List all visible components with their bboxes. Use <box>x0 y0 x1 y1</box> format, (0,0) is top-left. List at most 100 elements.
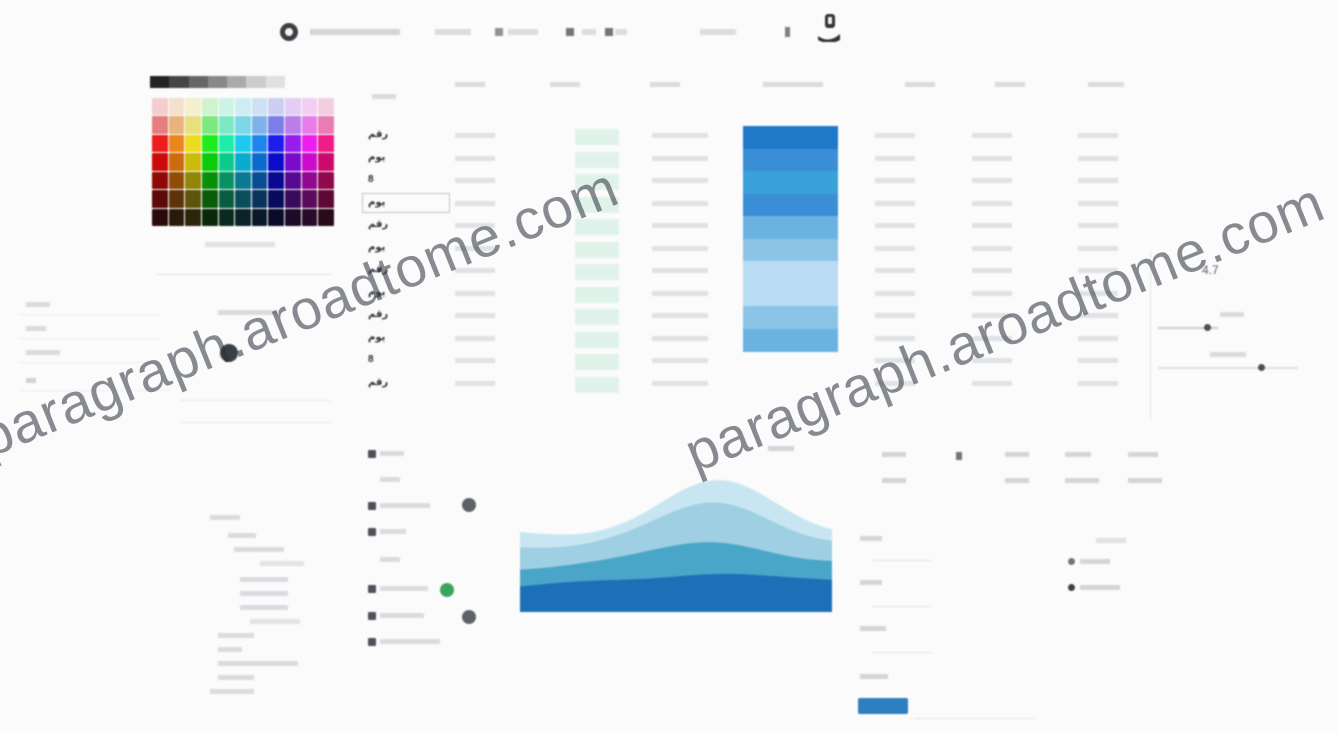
color-swatch[interactable] <box>201 190 218 208</box>
color-swatch[interactable] <box>285 116 301 134</box>
column-header[interactable] <box>650 82 680 87</box>
color-swatch[interactable] <box>285 134 301 153</box>
column-header[interactable] <box>995 82 1025 87</box>
column-header[interactable] <box>550 82 580 87</box>
toolbar-item-3[interactable] <box>582 29 596 35</box>
tree-node[interactable] <box>240 591 288 596</box>
control[interactable] <box>882 478 906 483</box>
color-swatch[interactable] <box>201 153 218 171</box>
tree-node[interactable] <box>234 547 284 552</box>
color-swatch[interactable] <box>285 171 301 190</box>
form-input[interactable] <box>872 642 932 653</box>
color-swatch[interactable] <box>185 98 201 116</box>
color-swatch[interactable] <box>301 134 318 153</box>
color-swatch[interactable] <box>152 116 168 134</box>
color-swatch[interactable] <box>235 208 251 226</box>
color-swatch[interactable] <box>301 171 318 190</box>
color-swatch[interactable] <box>185 153 201 171</box>
color-swatch[interactable] <box>235 98 251 116</box>
column-header[interactable] <box>905 82 935 87</box>
hex-input[interactable] <box>156 254 332 275</box>
color-swatch[interactable] <box>268 116 285 134</box>
color-swatch[interactable] <box>168 190 185 208</box>
tree-node[interactable] <box>218 633 254 638</box>
color-swatch[interactable] <box>185 134 201 153</box>
checkbox-icon[interactable] <box>368 502 376 510</box>
control[interactable] <box>1005 452 1029 457</box>
color-swatch[interactable] <box>152 98 168 116</box>
checkbox-icon[interactable] <box>368 585 376 593</box>
color-swatch[interactable] <box>318 153 334 171</box>
bookmark-icon[interactable] <box>785 27 790 37</box>
tree-node[interactable] <box>240 577 288 582</box>
checkbox-icon[interactable] <box>368 528 376 536</box>
color-swatch[interactable] <box>251 190 268 208</box>
palette-swatch-grid[interactable] <box>152 98 334 226</box>
color-swatch[interactable] <box>251 134 268 153</box>
color-swatch[interactable] <box>301 208 318 226</box>
slider-thumb[interactable] <box>1258 364 1265 371</box>
color-swatch[interactable] <box>318 190 334 208</box>
color-swatch[interactable] <box>285 208 301 226</box>
color-swatch[interactable] <box>168 153 185 171</box>
control[interactable] <box>1065 452 1091 457</box>
color-swatch[interactable] <box>318 116 334 134</box>
control[interactable] <box>882 452 906 457</box>
toggle-icon[interactable] <box>440 583 454 597</box>
color-swatch[interactable] <box>218 190 235 208</box>
color-swatch[interactable] <box>301 153 318 171</box>
color-swatch[interactable] <box>285 190 301 208</box>
color-swatch[interactable] <box>285 98 301 116</box>
grid-icon[interactable] <box>495 28 503 36</box>
color-swatch[interactable] <box>251 171 268 190</box>
tree-node[interactable] <box>218 675 254 680</box>
color-swatch[interactable] <box>268 208 285 226</box>
color-swatch[interactable] <box>152 153 168 171</box>
color-swatch[interactable] <box>218 171 235 190</box>
color-swatch[interactable] <box>251 98 268 116</box>
color-swatch[interactable] <box>251 153 268 171</box>
color-swatch[interactable] <box>318 98 334 116</box>
color-swatch[interactable] <box>235 134 251 153</box>
toggle-icon[interactable] <box>462 610 476 624</box>
color-swatch[interactable] <box>218 153 235 171</box>
color-swatch[interactable] <box>235 171 251 190</box>
color-swatch[interactable] <box>318 134 334 153</box>
tree-node[interactable] <box>228 533 256 538</box>
form-input[interactable] <box>872 550 932 561</box>
control-icon[interactable] <box>956 452 962 460</box>
checkbox-icon[interactable] <box>368 638 376 646</box>
toolbar-item-2[interactable] <box>508 29 538 35</box>
radio-icon[interactable] <box>1068 584 1075 591</box>
control[interactable] <box>1128 452 1158 457</box>
color-swatch[interactable] <box>301 98 318 116</box>
color-swatch[interactable] <box>318 208 334 226</box>
column-header[interactable] <box>1088 82 1124 87</box>
color-swatch[interactable] <box>268 98 285 116</box>
color-swatch[interactable] <box>201 171 218 190</box>
color-swatch[interactable] <box>268 190 285 208</box>
tree-node[interactable] <box>218 661 298 666</box>
color-swatch[interactable] <box>235 116 251 134</box>
color-swatch[interactable] <box>268 171 285 190</box>
color-swatch[interactable] <box>201 134 218 153</box>
color-swatch[interactable] <box>152 171 168 190</box>
color-swatch[interactable] <box>251 116 268 134</box>
form-input[interactable] <box>872 596 932 607</box>
column-header[interactable] <box>455 82 485 87</box>
toolbar-item-1[interactable] <box>435 29 471 35</box>
color-swatch[interactable] <box>201 116 218 134</box>
color-swatch[interactable] <box>201 98 218 116</box>
color-swatch[interactable] <box>185 171 201 190</box>
color-swatch[interactable] <box>218 116 235 134</box>
color-swatch[interactable] <box>318 171 334 190</box>
color-swatch[interactable] <box>218 134 235 153</box>
toggle-icon[interactable] <box>462 498 476 512</box>
color-swatch[interactable] <box>301 190 318 208</box>
tree-node[interactable] <box>250 619 300 624</box>
column-header[interactable] <box>763 82 823 87</box>
logo-icon[interactable] <box>280 23 298 41</box>
tree-node[interactable] <box>260 561 304 566</box>
tree-node[interactable] <box>218 647 242 652</box>
column-header[interactable] <box>372 94 396 99</box>
